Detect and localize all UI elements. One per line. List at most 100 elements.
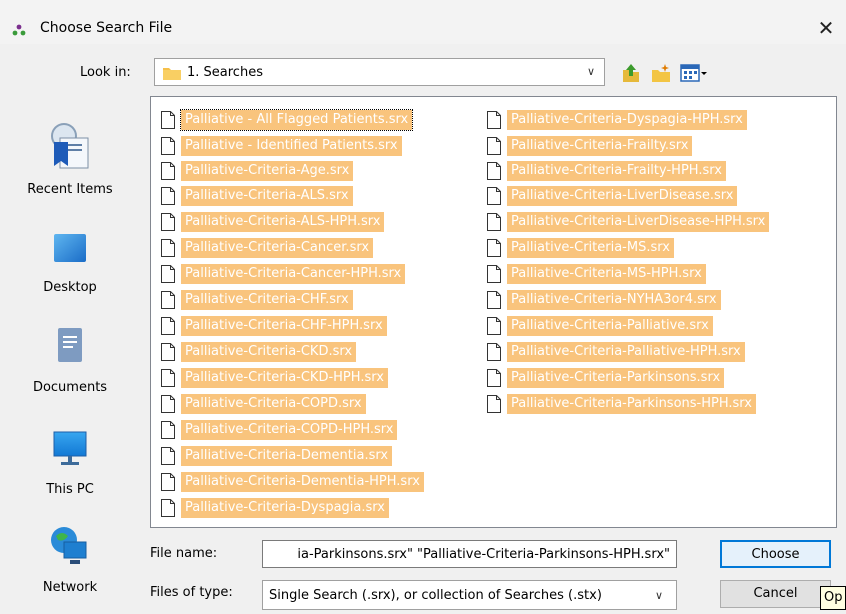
network-icon (51, 527, 87, 564)
file-item[interactable]: Palliative-Criteria-LiverDisease.srx (487, 185, 738, 207)
file-icon (161, 265, 175, 283)
file-icon (161, 137, 175, 155)
file-item[interactable]: Palliative-Criteria-Dementia-HPH.srx (161, 471, 424, 493)
file-item[interactable]: Palliative-Criteria-Palliative.srx (487, 315, 713, 337)
sidebar-item-desktop[interactable]: Desktop (10, 228, 130, 295)
file-name: Palliative-Criteria-Palliative-HPH.srx (507, 342, 745, 362)
file-icon (487, 213, 501, 231)
file-type-value: Single Search (.srx), or collection of S… (269, 588, 602, 603)
file-name: Palliative-Criteria-LiverDisease-HPH.srx (507, 212, 770, 232)
file-item[interactable]: Palliative-Criteria-Age.srx (161, 160, 354, 182)
new-folder-icon[interactable] (650, 62, 672, 84)
file-item[interactable]: Palliative-Criteria-ALS-HPH.srx (161, 211, 385, 233)
file-item[interactable]: Palliative-Criteria-Dementia.srx (161, 445, 393, 467)
file-item[interactable]: Palliative-Criteria-Frailty-HPH.srx (487, 160, 726, 182)
sidebar-item-network[interactable]: Network (10, 524, 130, 595)
sidebar-item-recent-items[interactable]: Recent Items (10, 120, 130, 197)
file-list[interactable]: Palliative - All Flagged Patients.srx Pa… (150, 96, 837, 528)
file-item[interactable]: Palliative - Identified Patients.srx (161, 135, 402, 157)
file-name: Palliative-Criteria-COPD.srx (181, 394, 366, 414)
file-icon (161, 473, 175, 491)
file-icon (487, 265, 501, 283)
file-item[interactable]: Palliative-Criteria-ALS.srx (161, 185, 353, 207)
file-name: Palliative-Criteria-MS.srx (507, 238, 674, 258)
chevron-down-icon: ∨ (655, 589, 664, 602)
file-icon (487, 187, 501, 205)
title-bar: Choose Search File ✕ (0, 0, 846, 44)
file-name: Palliative-Criteria-Dementia-HPH.srx (181, 472, 424, 492)
file-icon (161, 162, 175, 180)
file-icon (161, 343, 175, 361)
sidebar-item-documents[interactable]: Documents (10, 324, 130, 395)
choose-button[interactable]: Choose (720, 540, 831, 568)
look-in-label: Look in: (80, 65, 131, 80)
file-icon (161, 213, 175, 231)
look-in-dropdown[interactable]: 1. Searches ∨ (154, 58, 605, 86)
file-icon (161, 239, 175, 257)
file-item[interactable]: Palliative - All Flagged Patients.srx (161, 109, 414, 131)
file-name: Palliative-Criteria-Dyspagia-HPH.srx (507, 110, 747, 130)
file-item[interactable]: Palliative-Criteria-CKD-HPH.srx (161, 367, 388, 389)
up-folder-icon[interactable] (620, 62, 642, 84)
file-name: Palliative-Criteria-CKD.srx (181, 342, 357, 362)
file-item[interactable]: Palliative-Criteria-Parkinsons.srx (487, 367, 725, 389)
sidebar-item-label: This PC (46, 482, 94, 497)
file-name: Palliative-Criteria-CHF.srx (181, 290, 353, 310)
file-item[interactable]: Palliative-Criteria-MS-HPH.srx (487, 263, 706, 285)
close-icon: ✕ (817, 16, 835, 40)
file-item[interactable]: Palliative-Criteria-MS.srx (487, 237, 674, 259)
file-icon (161, 395, 175, 413)
this-pc-icon (53, 431, 87, 465)
file-item[interactable]: Palliative-Criteria-Cancer-HPH.srx (161, 263, 406, 285)
file-item[interactable]: Palliative-Criteria-CKD.srx (161, 341, 357, 363)
cancel-button[interactable]: Cancel (720, 580, 831, 608)
file-item[interactable]: Palliative-Criteria-Dyspagia.srx (161, 497, 389, 519)
file-name: Palliative-Criteria-Cancer-HPH.srx (181, 264, 406, 284)
sidebar-item-label: Recent Items (27, 182, 113, 197)
file-icon (487, 137, 501, 155)
file-icon (487, 291, 501, 309)
file-icon (487, 317, 501, 335)
choose-search-file-dialog: Choose Search File ✕ Look in: 1. Searche… (0, 0, 846, 614)
file-name: Palliative-Criteria-Frailty.srx (507, 136, 693, 156)
file-name-field[interactable]: ia-Parkinsons.srx" "Palliative-Criteria-… (262, 540, 677, 568)
file-name: Palliative-Criteria-MS-HPH.srx (507, 264, 706, 284)
file-name: Palliative-Criteria-Age.srx (181, 161, 354, 181)
file-item[interactable]: Palliative-Criteria-Parkinsons-HPH.srx (487, 393, 756, 415)
file-icon (487, 111, 501, 129)
sidebar-item-this-pc[interactable]: This PC (10, 426, 130, 497)
file-name-value: ia-Parkinsons.srx" "Palliative-Criteria-… (297, 547, 670, 562)
file-icon (161, 447, 175, 465)
file-type-dropdown[interactable]: Single Search (.srx), or collection of S… (262, 580, 677, 610)
file-icon (161, 369, 175, 387)
file-item[interactable]: Palliative-Criteria-LiverDisease-HPH.srx (487, 211, 770, 233)
file-name: Palliative-Criteria-Frailty-HPH.srx (507, 161, 726, 181)
desktop-icon (54, 234, 86, 262)
file-name: Palliative-Criteria-CKD-HPH.srx (181, 368, 388, 388)
file-item[interactable]: Palliative-Criteria-NYHA3or4.srx (487, 289, 721, 311)
file-name: Palliative-Criteria-CHF-HPH.srx (181, 316, 387, 336)
file-name: Palliative-Criteria-ALS.srx (181, 186, 353, 206)
file-item[interactable]: Palliative-Criteria-Frailty.srx (487, 135, 693, 157)
file-name: Palliative - Identified Patients.srx (181, 136, 402, 156)
chevron-down-icon: ∨ (587, 65, 596, 78)
sidebar-item-label: Documents (32, 380, 108, 395)
file-item[interactable]: Palliative-Criteria-CHF.srx (161, 289, 353, 311)
view-menu-icon[interactable] (680, 62, 708, 84)
file-name: Palliative-Criteria-Parkinsons-HPH.srx (507, 394, 756, 414)
tooltip: Op (820, 586, 846, 610)
file-icon (487, 369, 501, 387)
file-icon (487, 239, 501, 257)
file-name: Palliative-Criteria-Parkinsons.srx (507, 368, 725, 388)
close-button[interactable]: ✕ (812, 14, 840, 42)
file-icon (161, 317, 175, 335)
file-icon (487, 343, 501, 361)
file-item[interactable]: Palliative-Criteria-COPD.srx (161, 393, 366, 415)
file-item[interactable]: Palliative-Criteria-CHF-HPH.srx (161, 315, 387, 337)
file-item[interactable]: Palliative-Criteria-Cancer.srx (161, 237, 374, 259)
file-icon (161, 291, 175, 309)
file-name: Palliative-Criteria-Cancer.srx (181, 238, 374, 258)
file-item[interactable]: Palliative-Criteria-COPD-HPH.srx (161, 419, 398, 441)
file-item[interactable]: Palliative-Criteria-Dyspagia-HPH.srx (487, 109, 747, 131)
file-item[interactable]: Palliative-Criteria-Palliative-HPH.srx (487, 341, 745, 363)
